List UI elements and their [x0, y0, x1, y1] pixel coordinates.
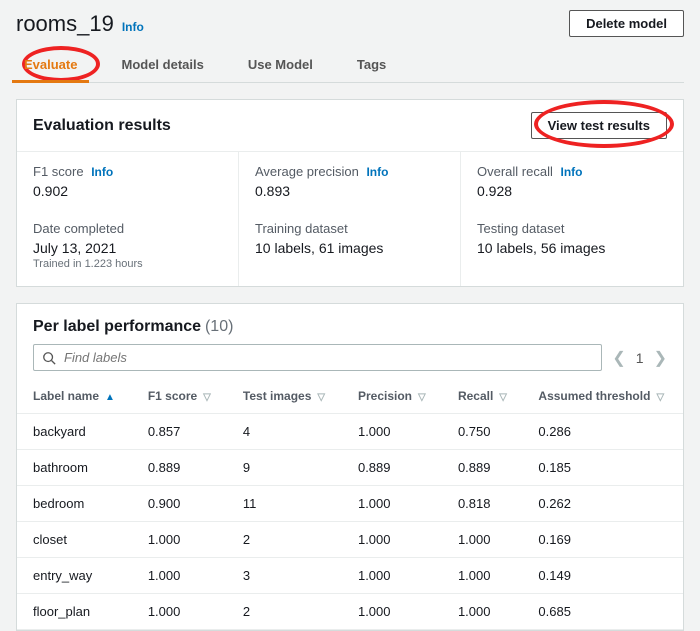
training-duration: Trained in 1.223 hours [33, 258, 222, 270]
cell-label: bedroom [17, 486, 132, 522]
cell-test_images: 11 [227, 486, 342, 522]
f1-info-link[interactable]: Info [91, 165, 113, 179]
cell-label: entry_way [17, 558, 132, 594]
per-label-table: Label name▲ F1 score▽ Test images▽ Preci… [17, 381, 683, 630]
table-row: entry_way1.00031.0001.0000.149 [17, 558, 683, 594]
overall-recall-value: 0.928 [477, 183, 667, 199]
tab-tags[interactable]: Tags [351, 47, 392, 82]
col-precision[interactable]: Precision▽ [342, 381, 442, 414]
col-threshold[interactable]: Assumed threshold▽ [522, 381, 683, 414]
evaluation-results-title: Evaluation results [33, 117, 171, 135]
cell-precision: 1.000 [342, 414, 442, 450]
cell-f1: 0.889 [132, 450, 227, 486]
cell-threshold: 0.169 [522, 522, 683, 558]
table-row: floor_plan1.00021.0001.0000.685 [17, 594, 683, 630]
table-row: bathroom0.88990.8890.8890.185 [17, 450, 683, 486]
training-dataset-value: 10 labels, 61 images [255, 240, 444, 256]
cell-recall: 0.750 [442, 414, 522, 450]
cell-label: closet [17, 522, 132, 558]
search-input[interactable] [62, 349, 593, 366]
delete-model-button[interactable]: Delete model [569, 10, 684, 37]
cell-test_images: 3 [227, 558, 342, 594]
cell-f1: 1.000 [132, 594, 227, 630]
view-test-results-button[interactable]: View test results [531, 112, 667, 139]
training-dataset-label: Training dataset [255, 221, 444, 236]
cell-test_images: 9 [227, 450, 342, 486]
per-label-title: Per label performance [33, 318, 201, 335]
col-recall[interactable]: Recall▽ [442, 381, 522, 414]
cell-label: floor_plan [17, 594, 132, 630]
cell-recall: 0.818 [442, 486, 522, 522]
date-completed-value: July 13, 2021 [33, 240, 222, 256]
cell-recall: 0.889 [442, 450, 522, 486]
col-f1[interactable]: F1 score▽ [132, 381, 227, 414]
cell-threshold: 0.685 [522, 594, 683, 630]
cell-precision: 1.000 [342, 522, 442, 558]
cell-label: bathroom [17, 450, 132, 486]
per-label-card: Per label performance (10) ❮ 1 ❯ Label n… [16, 303, 684, 631]
search-input-wrap[interactable] [33, 344, 602, 371]
overall-recall-info-link[interactable]: Info [560, 165, 582, 179]
cell-threshold: 0.262 [522, 486, 683, 522]
f1-label: F1 score [33, 164, 84, 179]
overall-recall-label: Overall recall [477, 164, 553, 179]
cell-precision: 1.000 [342, 594, 442, 630]
evaluation-results-card: Evaluation results View test results F1 … [16, 99, 684, 287]
col-test-images[interactable]: Test images▽ [227, 381, 342, 414]
table-row: bedroom0.900111.0000.8180.262 [17, 486, 683, 522]
table-row: backyard0.85741.0000.7500.286 [17, 414, 683, 450]
cell-test_images: 4 [227, 414, 342, 450]
cell-label: backyard [17, 414, 132, 450]
testing-dataset-value: 10 labels, 56 images [477, 240, 667, 256]
tabs: Evaluate Model details Use Model Tags [16, 47, 684, 83]
page-number: 1 [636, 350, 644, 366]
cell-test_images: 2 [227, 522, 342, 558]
f1-value: 0.902 [33, 183, 222, 199]
page-prev[interactable]: ❮ [612, 348, 625, 368]
tab-use-model[interactable]: Use Model [242, 47, 319, 82]
tab-evaluate[interactable]: Evaluate [18, 47, 83, 82]
search-icon [42, 351, 56, 365]
cell-recall: 1.000 [442, 522, 522, 558]
avg-precision-info-link[interactable]: Info [366, 165, 388, 179]
cell-test_images: 2 [227, 594, 342, 630]
cell-f1: 1.000 [132, 558, 227, 594]
cell-precision: 1.000 [342, 558, 442, 594]
per-label-count: (10) [205, 318, 233, 335]
cell-f1: 0.900 [132, 486, 227, 522]
cell-precision: 1.000 [342, 486, 442, 522]
avg-precision-value: 0.893 [255, 183, 444, 199]
cell-f1: 1.000 [132, 522, 227, 558]
page-info-link[interactable]: Info [122, 20, 144, 34]
cell-precision: 0.889 [342, 450, 442, 486]
testing-dataset-label: Testing dataset [477, 221, 667, 236]
table-row: closet1.00021.0001.0000.169 [17, 522, 683, 558]
page-title: rooms_19 [16, 11, 114, 37]
cell-recall: 1.000 [442, 594, 522, 630]
avg-precision-label: Average precision [255, 164, 359, 179]
cell-threshold: 0.286 [522, 414, 683, 450]
tab-model-details[interactable]: Model details [115, 47, 209, 82]
date-completed-label: Date completed [33, 221, 222, 236]
page-next[interactable]: ❯ [654, 348, 667, 368]
col-label-name[interactable]: Label name▲ [17, 381, 132, 414]
cell-f1: 0.857 [132, 414, 227, 450]
cell-threshold: 0.185 [522, 450, 683, 486]
cell-threshold: 0.149 [522, 558, 683, 594]
cell-recall: 1.000 [442, 558, 522, 594]
